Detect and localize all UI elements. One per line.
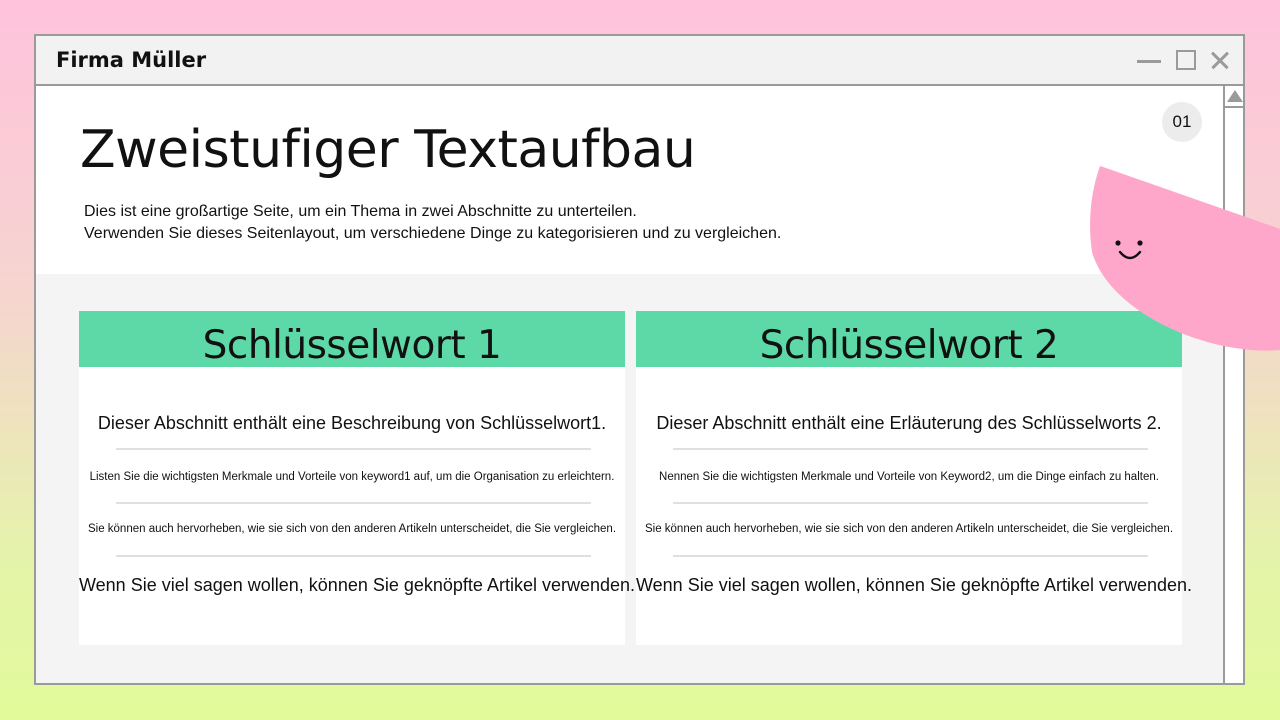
minimize-icon[interactable] <box>1137 49 1161 71</box>
card-point-2: Sie können auch hervorheben, wie sie sic… <box>87 523 617 535</box>
window-title: Firma Müller <box>56 48 207 72</box>
page-title: Zweistufiger Textaufbau <box>80 120 696 180</box>
scroll-up-arrow-icon[interactable] <box>1225 86 1243 108</box>
divider <box>673 448 1148 450</box>
divider <box>116 448 591 450</box>
page-number-badge: 01 <box>1162 102 1202 142</box>
smiley-mascot-icon <box>1090 166 1280 351</box>
card-point-2: Sie können auch hervorheben, wie sie sic… <box>644 523 1174 535</box>
divider <box>673 502 1148 504</box>
page-description-line-1: Dies ist eine großartige Seite, um ein T… <box>84 203 637 220</box>
close-icon[interactable] <box>1208 49 1230 71</box>
keyword-card-2: Schlüsselwort 2 Dieser Abschnitt enthält… <box>636 311 1193 645</box>
page-description-line-2: Verwenden Sie dieses Seitenlayout, um ve… <box>84 225 782 242</box>
card-point-1: Nennen Sie die wichtigsten Merkmale und … <box>659 471 1159 483</box>
card-closing-text: Wenn Sie viel sagen wollen, können Sie g… <box>636 575 1193 595</box>
divider <box>116 502 591 504</box>
page-header: Zweistufiger Textaufbau Dies ist eine gr… <box>36 86 1223 274</box>
card-closing-text: Wenn Sie viel sagen wollen, können Sie g… <box>79 575 636 595</box>
card-heading: Schlüsselwort 1 <box>79 311 625 368</box>
title-bar: Firma Müller <box>36 36 1243 86</box>
divider <box>673 555 1148 557</box>
keyword-card-1: Schlüsselwort 1 Dieser Abschnitt enthält… <box>79 311 636 645</box>
card-lead-text: Dieser Abschnitt enthält eine Beschreibu… <box>97 413 607 433</box>
app-window: Firma Müller Zweistufiger Textaufbau Die… <box>34 34 1245 685</box>
maximize-icon[interactable] <box>1176 49 1198 71</box>
divider <box>116 555 591 557</box>
card-point-1: Listen Sie die wichtigsten Merkmale und … <box>89 471 615 483</box>
card-lead-text: Dieser Abschnitt enthält eine Erläuterun… <box>656 413 1162 433</box>
